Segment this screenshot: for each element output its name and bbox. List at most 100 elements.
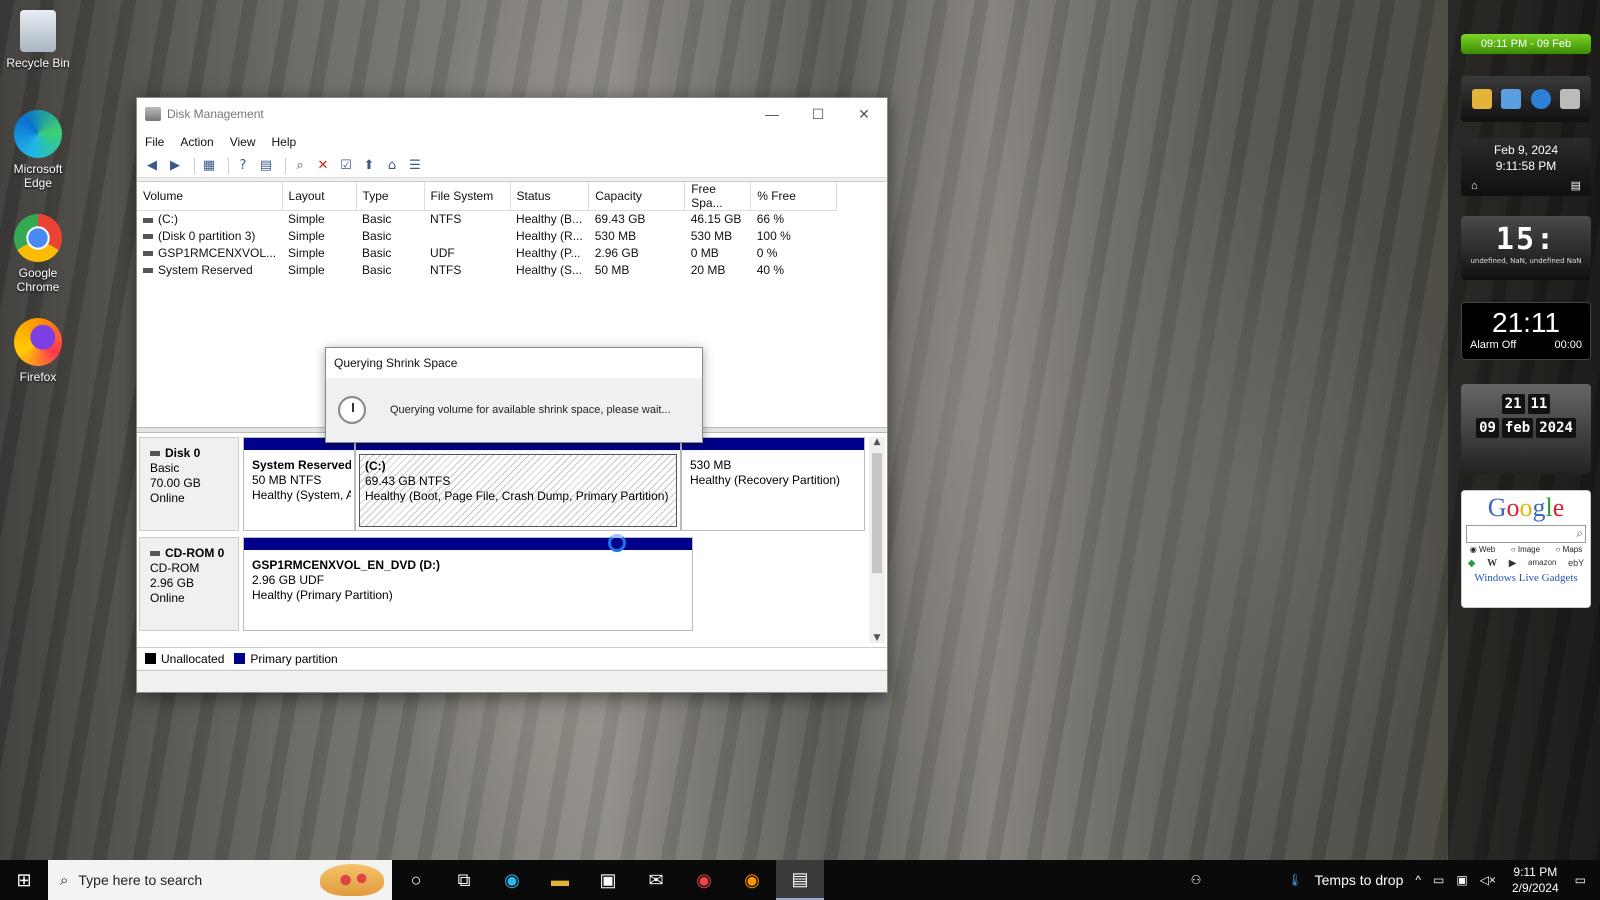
check-icon[interactable]: ☑ — [337, 157, 355, 175]
chevron-up-icon[interactable]: ^ — [1415, 873, 1421, 887]
weather-text[interactable]: Temps to drop — [1315, 872, 1404, 888]
desktop-icon-firefox[interactable]: Firefox — [6, 318, 70, 384]
search-folder-icon[interactable]: ⌂ — [383, 157, 401, 175]
partition-status: Healthy (Boot, Page File, Crash Dump, Pr… — [365, 489, 669, 503]
column-header-file-system[interactable]: File System — [424, 182, 511, 211]
taskbar-mail[interactable]: ✉ — [632, 860, 680, 900]
cdrom-0-info[interactable]: CD-ROM 0 CD-ROM 2.96 GB Online — [139, 537, 239, 631]
table-row[interactable]: (C:) Simple Basic NTFS Healthy (B... 69.… — [137, 211, 837, 228]
ebay-icon[interactable]: ebY — [1568, 558, 1584, 569]
taskbar-clock[interactable]: 9:11 PM 2/9/2024 — [1512, 864, 1559, 896]
partition-title: System Reserved — [252, 458, 351, 472]
desktop-icon-edge[interactable]: Microsoft Edge — [6, 110, 70, 190]
menu-action[interactable]: Action — [180, 135, 213, 149]
export-icon[interactable]: ⬆ — [360, 157, 378, 175]
amazon-icon[interactable]: amazon — [1528, 558, 1556, 569]
led-time: 15: — [1495, 222, 1557, 257]
taskbar-time: 9:11 PM — [1513, 865, 1558, 879]
column-header-free-space[interactable]: Free Spa... — [684, 182, 752, 211]
cortana-button[interactable]: ○ — [392, 860, 440, 900]
partition-dvd[interactable]: GSP1RMCENXVOL_EN_DVD (D:) 2.96 GB UDF He… — [243, 537, 693, 631]
chrome-icon: ◉ — [696, 869, 712, 890]
maximize-button[interactable]: ☐ — [795, 98, 841, 130]
desktop-icon-chrome[interactable]: Google Chrome — [6, 214, 70, 294]
table-row[interactable]: System Reserved Simple Basic NTFS Health… — [137, 262, 837, 279]
partition-c[interactable]: (C:) 69.43 GB NTFS Healthy (Boot, Page F… — [355, 437, 681, 531]
forward-arrow-icon[interactable]: ▶ — [166, 157, 184, 175]
close-button[interactable]: ✕ — [841, 98, 887, 130]
title-bar[interactable]: Disk Management — ☐ ✕ — [137, 98, 887, 130]
option-web[interactable]: ◉ Web — [1470, 545, 1496, 554]
app-launcher-gadget — [1461, 76, 1591, 122]
column-header-percent-free[interactable]: % Free — [750, 182, 838, 211]
disk-0-info[interactable]: Disk 0 Basic 70.00 GB Online — [139, 437, 239, 531]
menu-help[interactable]: Help — [272, 135, 297, 149]
column-header-type[interactable]: Type — [356, 182, 425, 211]
show-hide-console-tree-icon[interactable]: ▦ — [200, 157, 218, 175]
start-button[interactable]: ⊞ — [0, 860, 48, 900]
back-arrow-icon[interactable]: ◀ — [143, 157, 161, 175]
folder-icon[interactable] — [1471, 89, 1492, 109]
partition-status: Healthy (Recovery Partition) — [690, 473, 841, 487]
windows-live-gadgets-link[interactable]: Windows Live Gadgets — [1462, 572, 1590, 584]
help-icon[interactable]: ? — [234, 157, 252, 175]
scroll-up-arrow-icon[interactable]: ▲ — [869, 437, 885, 447]
option-image[interactable]: ○ Image — [1511, 545, 1540, 554]
task-view-button[interactable]: ⧉ — [440, 860, 488, 900]
column-header-capacity[interactable]: Capacity — [588, 182, 686, 211]
scrollbar-thumb[interactable] — [872, 453, 882, 573]
busy-cursor-icon — [608, 534, 626, 552]
network-icon[interactable]: ▣ — [1456, 873, 1467, 887]
google-icon[interactable]: ◆ — [1468, 558, 1476, 569]
google-search-input[interactable]: ⌕ — [1466, 525, 1586, 543]
home-icon[interactable]: ⌂ — [1471, 178, 1478, 194]
menu-file[interactable]: File — [145, 135, 164, 149]
youtube-icon[interactable]: ▶ — [1509, 558, 1517, 569]
scroll-down-arrow-icon[interactable]: ▼ — [869, 633, 885, 643]
search-icon[interactable]: ⌕ — [1576, 526, 1583, 541]
taskbar-edge[interactable]: ◉ — [488, 860, 536, 900]
table-row[interactable]: (Disk 0 partition 3) Simple Basic Health… — [137, 228, 837, 245]
recycle-bin-icon[interactable] — [1560, 89, 1581, 109]
flip-clock-gadget: 21 11 09 feb 2024 — [1461, 384, 1591, 474]
list-view-icon[interactable]: ☰ — [406, 157, 424, 175]
type-cell: Basic — [362, 212, 392, 227]
notification-icon[interactable]: ▭ — [1575, 873, 1586, 887]
computer-icon[interactable] — [1501, 89, 1522, 109]
column-header-layout[interactable]: Layout — [282, 182, 357, 211]
volume-muted-icon[interactable]: ◁× — [1480, 873, 1496, 887]
taskbar-disk-management[interactable]: ▤ — [776, 860, 824, 900]
taskbar-chrome[interactable]: ◉ — [680, 860, 728, 900]
internet-explorer-icon[interactable] — [1530, 89, 1551, 109]
layout-cell: Simple — [288, 246, 325, 260]
partition-system-reserved[interactable]: System Reserved 50 MB NTFS Healthy (Syst… — [243, 437, 355, 531]
column-header-status[interactable]: Status — [510, 182, 590, 211]
disk-name: CD-ROM 0 — [165, 546, 225, 560]
column-header-volume[interactable]: Volume — [137, 182, 283, 211]
meet-now-icon[interactable]: ▭ — [1433, 873, 1444, 887]
toolbar: ◀ ▶ ▦ ? ▤ ⌕ ✕ ☑ ⬆ ⌂ ☰ — [137, 154, 887, 178]
option-maps[interactable]: ○ Maps — [1556, 545, 1583, 554]
wikipedia-icon[interactable]: W — [1487, 558, 1497, 569]
google-search-gadget: Google ⌕ ◉ Web ○ Image ○ Maps ◆ W ▶ amaz… — [1461, 490, 1591, 608]
taskbar-store[interactable]: ▣ — [584, 860, 632, 900]
minimize-button[interactable]: — — [749, 98, 795, 130]
taskbar-search-box[interactable]: ⌕ Type here to search — [48, 860, 392, 900]
connect-icon[interactable]: ⌕ — [291, 157, 309, 175]
desktop-icon-label: Google Chrome — [16, 266, 60, 294]
menu-view[interactable]: View — [230, 135, 256, 149]
table-row[interactable]: GSP1RMCENXVOL... Simple Basic UDF Health… — [137, 245, 837, 262]
delete-icon[interactable]: ✕ — [314, 157, 332, 175]
disk-pane-scrollbar[interactable]: ▲ ▼ — [869, 437, 885, 643]
partition-recovery[interactable]: 530 MB Healthy (Recovery Partition) — [681, 437, 865, 531]
flip-year: 2024 — [1536, 418, 1576, 438]
green-clock-gadget[interactable]: 09:11 PM - 09 Feb — [1461, 34, 1591, 54]
desktop-icon-recycle-bin[interactable]: Recycle Bin — [6, 10, 70, 70]
properties-icon[interactable]: ▤ — [257, 157, 275, 175]
percent-free-cell: 40 % — [756, 263, 785, 277]
calendar-icon[interactable]: ▤ — [1571, 178, 1581, 194]
taskbar-firefox[interactable]: ◉ — [728, 860, 776, 900]
taskbar-file-explorer[interactable]: ▬ — [536, 860, 584, 900]
flip-month: feb — [1501, 418, 1534, 438]
people-icon[interactable]: ⚇ — [1191, 873, 1202, 887]
